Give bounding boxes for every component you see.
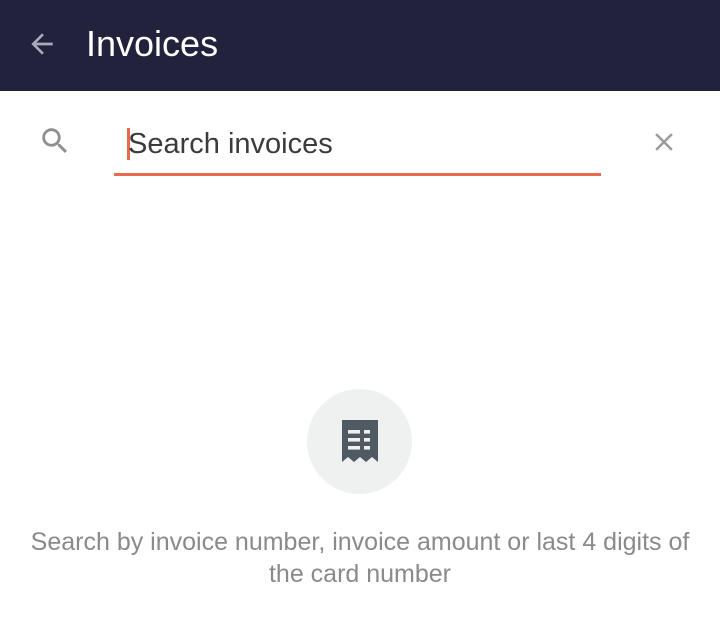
search-input[interactable] xyxy=(128,122,588,166)
invoices-screen: Invoices Search by invoice number, invoi… xyxy=(0,0,720,623)
back-button[interactable] xyxy=(22,24,62,64)
hint-line-2: the card number xyxy=(268,560,452,588)
search-icon xyxy=(42,128,68,154)
hint-line-1: Search by invoice number, invoice amount… xyxy=(30,528,690,556)
receipt-icon xyxy=(341,419,378,462)
page-title: Invoices xyxy=(86,23,219,64)
search-field[interactable] xyxy=(114,116,601,176)
empty-state-hint: Search by invoice number, invoice amount… xyxy=(0,526,720,590)
search-bar xyxy=(0,91,720,191)
app-bar: Invoices xyxy=(0,0,720,91)
close-icon xyxy=(655,133,673,151)
empty-state-icon-container xyxy=(307,389,412,494)
clear-search-button[interactable] xyxy=(647,125,681,159)
arrow-left-icon xyxy=(31,33,53,55)
